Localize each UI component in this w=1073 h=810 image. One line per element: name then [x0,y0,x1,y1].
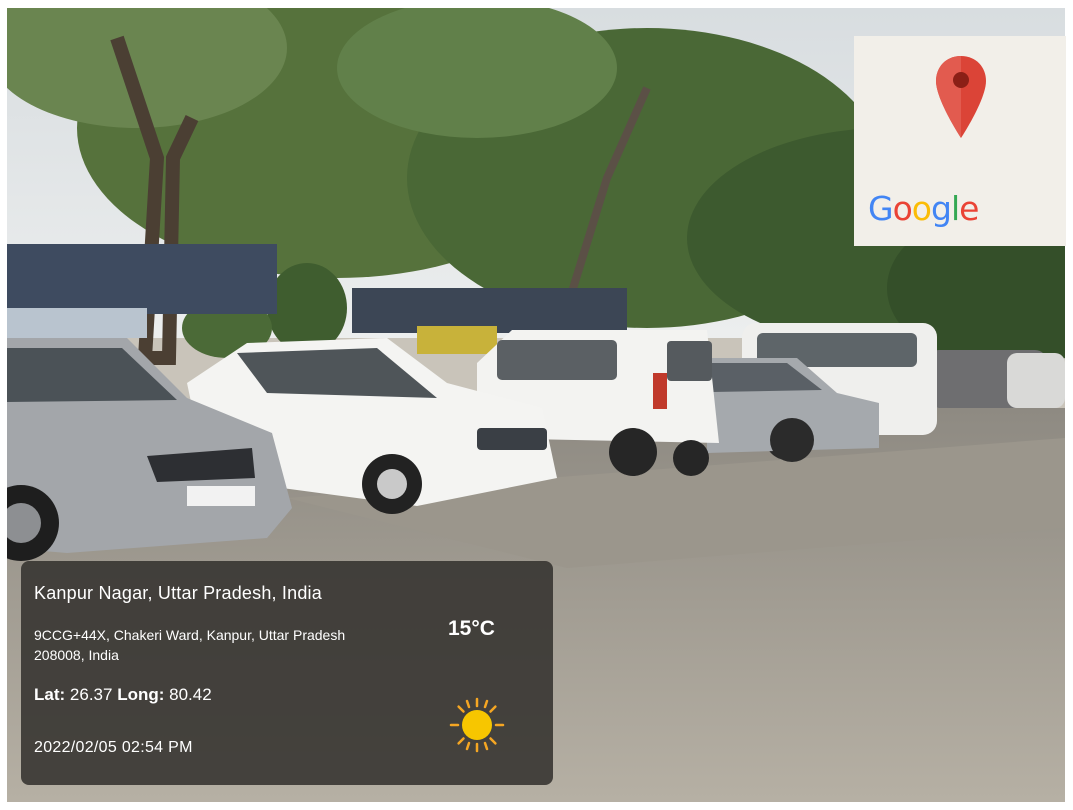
coordinates: Lat: 26.37 Long: 80.42 [34,685,212,705]
location-name: Kanpur Nagar, Uttar Pradesh, India [34,583,322,603]
location-info-panel: Kanpur Nagar, Uttar Pradesh, India 9CCG+… [21,561,553,785]
google-logo-letter: G [868,189,894,228]
google-logo-letter: o [911,189,932,228]
latitude-value: 26.37 [69,685,113,704]
latitude-label: Lat: [34,685,66,704]
temperature: 15°C [448,617,495,640]
map-thumbnail: Google [854,36,1066,246]
google-logo: Google [868,189,979,228]
longitude-value: 80.42 [169,685,212,704]
street-address: 9CCG+44X, Chakeri Ward, Kanpur, Uttar Pr… [34,627,346,663]
google-logo-letter: e [959,189,979,228]
sun-icon [449,697,505,753]
google-logo-letter: l [950,189,960,228]
google-logo-letter: g [930,189,952,228]
longitude-label: Long: [117,685,165,704]
map-pin-icon [936,56,986,138]
timestamp: 2022/02/05 02:54 PM [34,739,193,756]
google-logo-letter: o [892,189,913,228]
